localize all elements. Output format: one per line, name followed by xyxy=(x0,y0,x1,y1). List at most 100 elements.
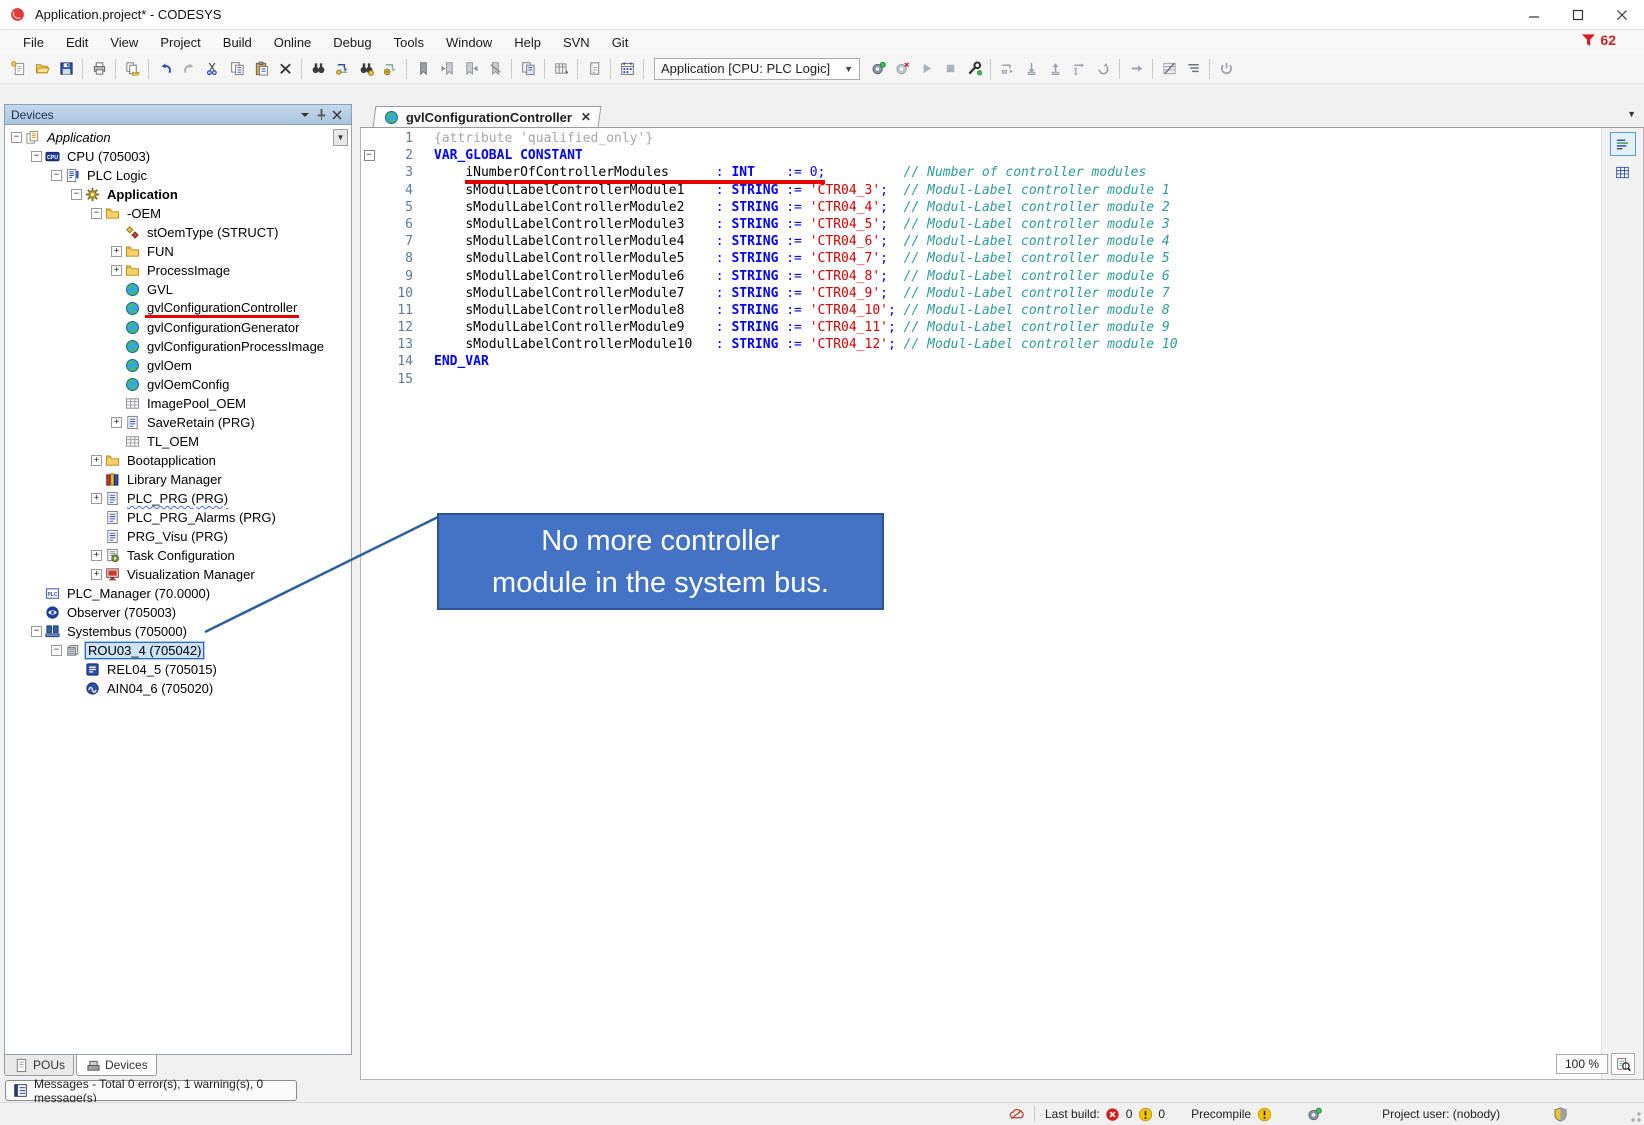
tree-item-visualization-manager[interactable]: +Visualization Manager xyxy=(5,565,351,584)
menu-git[interactable]: Git xyxy=(601,32,640,53)
tree-item-gvl[interactable]: GVL xyxy=(5,280,351,299)
start-button[interactable] xyxy=(914,57,938,81)
stop-button[interactable] xyxy=(938,57,962,81)
code-line-15[interactable]: 15 xyxy=(361,371,1601,388)
code-line-6[interactable]: 6 sModulLabelControllerModule3 : STRING … xyxy=(361,216,1601,233)
tree-item-observer-705003-[interactable]: Observer (705003) xyxy=(5,603,351,622)
paste-button[interactable] xyxy=(249,57,273,81)
sort-button[interactable] xyxy=(1181,57,1205,81)
editor-tab[interactable]: gvlConfigurationController ✕ xyxy=(373,106,602,127)
tree-expander[interactable]: + xyxy=(111,265,122,276)
tree-item--oem[interactable]: −-OEM xyxy=(5,204,351,223)
panel-menu-icon[interactable] xyxy=(297,107,313,123)
pin-icon[interactable] xyxy=(313,107,329,123)
tree-item-rou03-4-705042-[interactable]: −ROU03_4 (705042) xyxy=(5,641,351,660)
code-line-4[interactable]: 4 sModulLabelControllerModule1 : STRING … xyxy=(361,182,1601,199)
tree-expander[interactable]: − xyxy=(51,645,62,656)
fold-toggle[interactable]: − xyxy=(361,147,377,164)
textual-view-button[interactable] xyxy=(1610,132,1636,156)
delete-button[interactable] xyxy=(273,57,297,81)
tree-expander[interactable]: − xyxy=(51,170,62,181)
tree-expander[interactable]: + xyxy=(111,417,122,428)
tree-expander[interactable]: + xyxy=(91,455,102,466)
code-line-3[interactable]: 3 iNumberOfControllerModules : INT := 0;… xyxy=(361,164,1601,181)
panel-tab-pous[interactable]: POUs xyxy=(4,1055,74,1076)
find-in-project-button[interactable] xyxy=(354,57,378,81)
tree-expander[interactable]: − xyxy=(31,626,42,637)
copy-button[interactable] xyxy=(225,57,249,81)
tree-item-gvlconfigurationgenerator[interactable]: gvlConfigurationGenerator xyxy=(5,318,351,337)
code-line-1[interactable]: 1{attribute 'qualified_only'} xyxy=(361,130,1601,147)
code-line-14[interactable]: 14END_VAR xyxy=(361,353,1601,370)
open-file-button[interactable] xyxy=(30,57,54,81)
tab-close-icon[interactable]: ✕ xyxy=(581,110,591,124)
menu-debug[interactable]: Debug xyxy=(322,32,382,53)
tabular-view-button[interactable] xyxy=(1610,160,1636,184)
tree-item-plc-logic[interactable]: −PLC Logic xyxy=(5,166,351,185)
tree-item-fun[interactable]: +FUN xyxy=(5,242,351,261)
tree-item-ain04-6-705020-[interactable]: AIN04_6 (705020) xyxy=(5,679,351,698)
tree-item-plc-manager-70-0000-[interactable]: PLCPLC_Manager (70.0000) xyxy=(5,584,351,603)
reset-button[interactable] xyxy=(1214,57,1238,81)
tree-item-application[interactable]: −Application xyxy=(5,185,351,204)
tree-item-rel04-5-705015-[interactable]: REL04_5 (705015) xyxy=(5,660,351,679)
tree-item-processimage[interactable]: +ProcessImage xyxy=(5,261,351,280)
zoom-level[interactable]: 100 % xyxy=(1556,1054,1608,1074)
find-replace-button[interactable] xyxy=(330,57,354,81)
tree-item-gvloem[interactable]: gvlOem xyxy=(5,356,351,375)
run-to-cursor-button[interactable] xyxy=(1067,57,1091,81)
bookmark-button[interactable] xyxy=(411,57,435,81)
code-line-7[interactable]: 7 sModulLabelControllerModule4 : STRING … xyxy=(361,233,1601,250)
redo-button[interactable] xyxy=(177,57,201,81)
copy-project-button[interactable] xyxy=(120,57,144,81)
code-line-12[interactable]: 12 sModulLabelControllerModule9 : STRING… xyxy=(361,319,1601,336)
tree-item-gvlconfigurationprocessimage[interactable]: gvlConfigurationProcessImage xyxy=(5,337,351,356)
tab-overflow-icon[interactable]: ▼ xyxy=(1627,109,1636,119)
tree-item-imagepool-oem[interactable]: ImagePool_OEM xyxy=(5,394,351,413)
messages-tab[interactable]: Messages - Total 0 error(s), 1 warning(s… xyxy=(5,1080,297,1101)
tree-expander[interactable]: + xyxy=(91,569,102,580)
cut-button[interactable] xyxy=(201,57,225,81)
tree-expander[interactable]: + xyxy=(111,246,122,257)
resize-grip[interactable] xyxy=(1630,1111,1642,1123)
tree-item-cpu-705003-[interactable]: −CPUCPU (705003) xyxy=(5,147,351,166)
code-line-2[interactable]: −2VAR_GLOBAL CONSTANT xyxy=(361,147,1601,164)
tree-item-saveretain-prg-[interactable]: +SaveRetain (PRG) xyxy=(5,413,351,432)
tree-item-bootapplication[interactable]: +Bootapplication xyxy=(5,451,351,470)
active-application-combo[interactable]: Application [CPU: PLC Logic]▼ xyxy=(654,58,860,80)
undo-button[interactable] xyxy=(153,57,177,81)
tree-filter-dropdown[interactable]: ▼ xyxy=(333,129,348,146)
breakpoints-button[interactable] xyxy=(962,57,986,81)
menu-tools[interactable]: Tools xyxy=(383,32,435,53)
code-line-10[interactable]: 10 sModulLabelControllerModule7 : STRING… xyxy=(361,285,1601,302)
step-out-button[interactable] xyxy=(1043,57,1067,81)
flow-control-button[interactable] xyxy=(1157,57,1181,81)
bookmark-clear-button[interactable] xyxy=(483,57,507,81)
menu-view[interactable]: View xyxy=(99,32,149,53)
tree-item-tl-oem[interactable]: TL_OEM xyxy=(5,432,351,451)
logout-button[interactable] xyxy=(890,57,914,81)
menu-file[interactable]: File xyxy=(12,32,55,53)
panel-close-icon[interactable] xyxy=(329,107,345,123)
zoom-magnifier-icon[interactable] xyxy=(1611,1053,1635,1075)
tree-expander[interactable]: − xyxy=(71,189,82,200)
code-line-13[interactable]: 13 sModulLabelControllerModule10 : STRIN… xyxy=(361,336,1601,353)
menu-online[interactable]: Online xyxy=(263,32,323,53)
properties-button[interactable] xyxy=(582,57,606,81)
menu-window[interactable]: Window xyxy=(435,32,503,53)
login-button[interactable] xyxy=(866,57,890,81)
tree-item-plc-prg-prg-[interactable]: +PLC_PRG (PRG) xyxy=(5,489,351,508)
new-file-button[interactable] xyxy=(6,57,30,81)
tree-item-task-configuration[interactable]: +Task Configuration xyxy=(5,546,351,565)
bookmark-prev-button[interactable] xyxy=(435,57,459,81)
tree-item-stoemtype-struct-[interactable]: stOemType (STRUCT) xyxy=(5,223,351,242)
save-button[interactable] xyxy=(54,57,78,81)
tree-item-plc-prg-alarms-prg-[interactable]: PLC_PRG_Alarms (PRG) xyxy=(5,508,351,527)
step-into-button[interactable] xyxy=(1019,57,1043,81)
single-cycle-button[interactable] xyxy=(1091,57,1115,81)
menu-project[interactable]: Project xyxy=(149,32,211,53)
tree-expander[interactable]: + xyxy=(91,550,102,561)
tree-item-prg-visu-prg-[interactable]: PRG_Visu (PRG) xyxy=(5,527,351,546)
menu-svn[interactable]: SVN xyxy=(552,32,601,53)
tree-expander[interactable]: − xyxy=(31,151,42,162)
